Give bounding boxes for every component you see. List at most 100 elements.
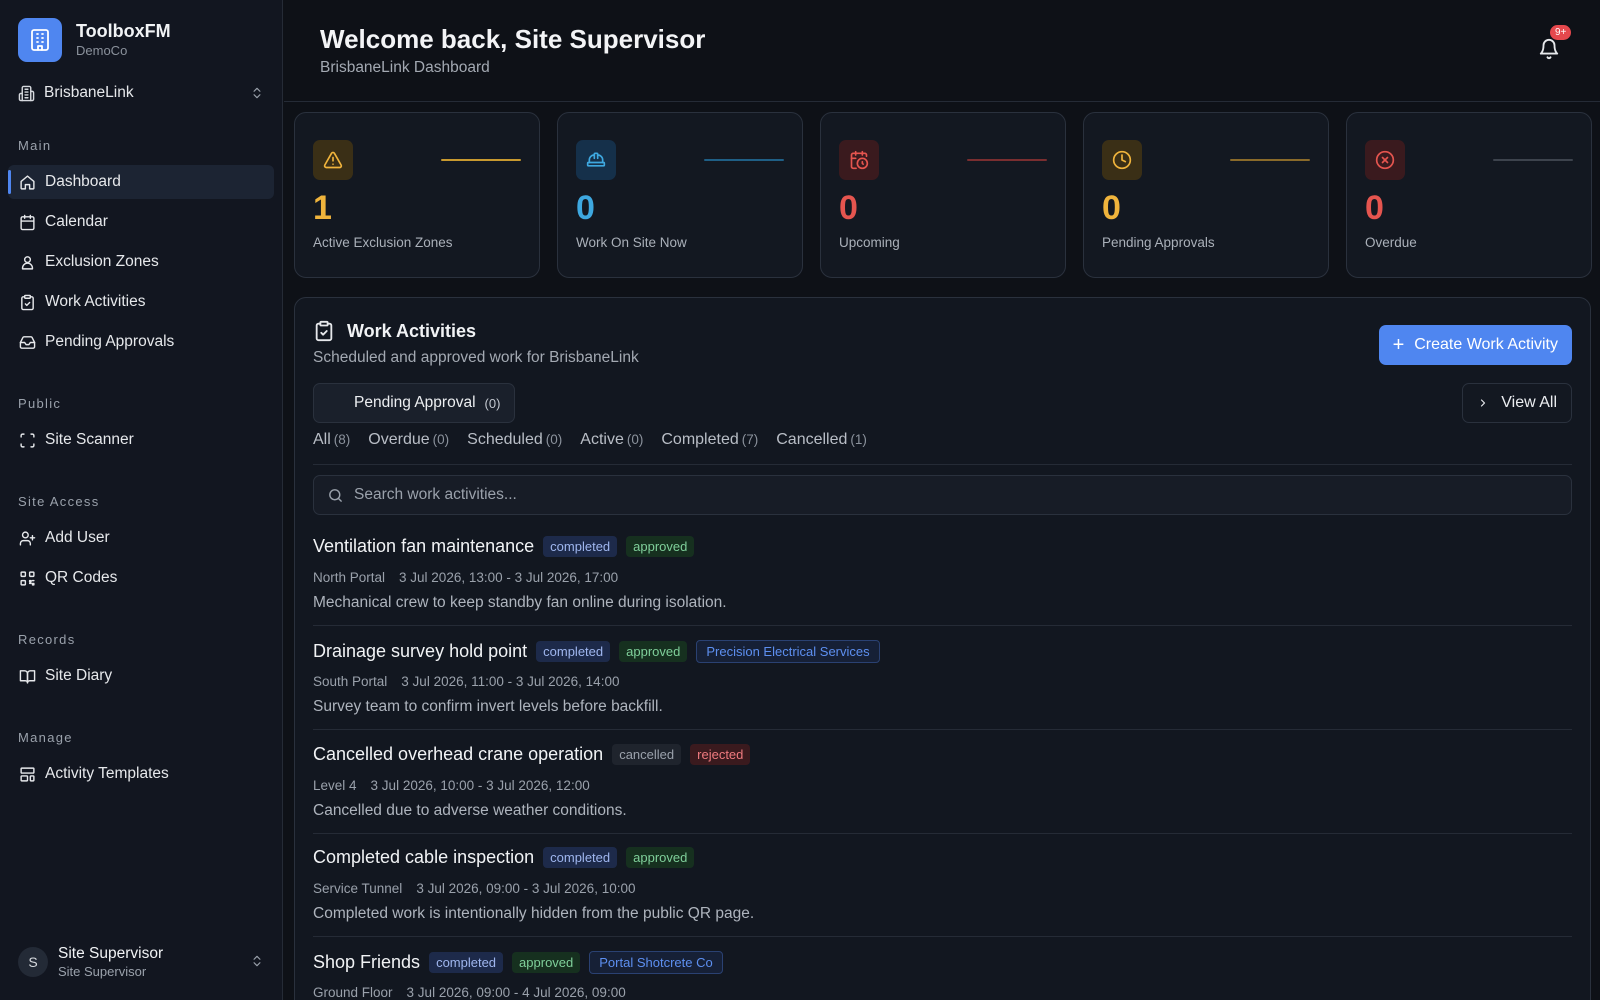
approval-badge: approved — [626, 847, 695, 868]
building-small-icon — [18, 85, 35, 102]
page-header: Welcome back, Site Supervisor BrisbaneLi… — [284, 0, 1600, 102]
panel-subtitle: Scheduled and approved work for Brisbane… — [313, 349, 639, 366]
pending-approval-label: Pending Approval — [354, 394, 476, 411]
stat-value: 0 — [576, 189, 595, 227]
filter-label: Completed — [661, 431, 739, 448]
activity-row[interactable]: Drainage survey hold point completed app… — [313, 627, 1572, 730]
tab-pending-approval[interactable]: Pending Approval (0) — [313, 383, 516, 423]
user-plus-icon — [18, 529, 36, 547]
activity-row[interactable]: Shop Friends completed approved Portal S… — [313, 938, 1572, 1000]
sidebar-item-dashboard[interactable]: Dashboard — [8, 165, 274, 199]
nav-group-main: Main — [18, 138, 52, 153]
activity-datetime: 3 Jul 2026, 10:00 - 3 Jul 2026, 12:00 — [370, 778, 590, 793]
status-filter-tabs: All (8) Overdue (0) Scheduled (0) Active (0)… — [313, 431, 885, 449]
activity-title[interactable]: Ventilation fan maintenance — [313, 536, 534, 557]
activity-datetime: 3 Jul 2026, 09:00 - 4 Jul 2026, 09:00 — [406, 985, 626, 1000]
filter-tab-completed[interactable]: Completed (7) — [661, 431, 758, 449]
sidebar-item-label: QR Codes — [45, 569, 118, 586]
notification-badge: 9+ — [1550, 25, 1572, 40]
activity-title[interactable]: Completed cable inspection — [313, 847, 534, 868]
stat-card-work-on-site[interactable]: 0 Work On Site Now — [557, 112, 803, 278]
nav-group-manage: Manage — [18, 730, 73, 745]
page-title: Welcome back, Site Supervisor — [320, 24, 706, 54]
approval-badge: approved — [619, 641, 688, 662]
panel-title-row: Work Activities — [313, 320, 476, 342]
brand[interactable]: ToolboxFM DemoCo — [18, 18, 171, 62]
sidebar-item-activity-templates[interactable]: Activity Templates — [8, 757, 274, 791]
activity-location: North Portal — [313, 570, 386, 585]
chevrons-up-down-icon — [250, 953, 264, 969]
search-icon — [327, 487, 344, 504]
view-all-label: View All — [1501, 394, 1557, 411]
sidebar-item-qr-codes[interactable]: QR Codes — [8, 561, 274, 595]
sidebar-item-label: Pending Approvals — [45, 333, 175, 350]
search-box[interactable] — [313, 475, 1572, 515]
create-work-activity-label: Create Work Activity — [1414, 336, 1558, 353]
stat-label: Work On Site Now — [576, 235, 687, 250]
calendar-icon — [18, 213, 36, 231]
sidebar-item-label: Site Diary — [45, 667, 113, 684]
user-menu[interactable]: S Site Supervisor Site Supervisor — [18, 940, 264, 984]
company-badge: Precision Electrical Services — [696, 640, 880, 663]
company-badge: Portal Shotcrete Co — [589, 951, 723, 974]
activity-row[interactable]: Cancelled overhead crane operation cance… — [313, 731, 1572, 834]
stat-value: 0 — [1365, 189, 1384, 227]
activity-description: Completed work is intentionally hidden f… — [313, 905, 755, 922]
status-badge: completed — [543, 847, 618, 868]
activity-row[interactable]: Ventilation fan maintenance completed ap… — [313, 523, 1572, 626]
notifications-button[interactable]: 9+ — [1538, 25, 1572, 60]
user-role: Site Supervisor — [58, 964, 147, 979]
sidebar-item-site-diary[interactable]: Site Diary — [8, 659, 274, 693]
nav-group-records: Records — [18, 632, 76, 647]
stat-card-exclusion-zones[interactable]: 1 Active Exclusion Zones — [294, 112, 540, 278]
view-all-button[interactable]: View All — [1462, 383, 1572, 423]
site-selector-value: BrisbaneLink — [44, 84, 134, 101]
sidebar-item-calendar[interactable]: Calendar — [8, 205, 274, 239]
building-icon — [18, 18, 62, 62]
filter-tab-overdue[interactable]: Overdue (0) — [368, 431, 449, 449]
stat-card-upcoming[interactable]: 0 Upcoming — [820, 112, 1066, 278]
activity-row[interactable]: Completed cable inspection completed app… — [313, 834, 1572, 937]
search-input[interactable] — [354, 486, 1454, 504]
nav-group-public: Public — [18, 396, 62, 411]
create-work-activity-button[interactable]: + Create Work Activity — [1378, 325, 1572, 365]
stat-card-overdue[interactable]: 0 Overdue — [1346, 112, 1592, 278]
sidebar-item-site-scanner[interactable]: Site Scanner — [8, 423, 274, 457]
activity-datetime: 3 Jul 2026, 11:00 - 3 Jul 2026, 14:00 — [401, 674, 620, 689]
filter-count: (1) — [850, 432, 867, 447]
sidebar-item-pending-approvals[interactable]: Pending Approvals — [8, 325, 274, 359]
sidebar-item-add-user[interactable]: Add User — [8, 521, 274, 555]
stat-accent-line — [967, 159, 1047, 161]
filter-tab-all[interactable]: All (8) — [313, 431, 350, 449]
qr-code-icon — [18, 569, 36, 587]
filter-tab-active[interactable]: Active (0) — [580, 431, 643, 449]
filter-tab-cancelled[interactable]: Cancelled (1) — [776, 431, 867, 449]
activity-datetime: 3 Jul 2026, 13:00 - 3 Jul 2026, 17:00 — [399, 570, 619, 585]
activity-title[interactable]: Shop Friends — [313, 952, 420, 973]
status-badge: cancelled — [612, 744, 682, 765]
sidebar-item-work-activities[interactable]: Work Activities — [8, 285, 274, 319]
filter-label: Cancelled — [776, 431, 848, 448]
bell-icon — [1538, 38, 1560, 60]
warning-triangle-icon — [313, 140, 353, 180]
activity-description: Survey team to confirm invert levels bef… — [313, 698, 663, 715]
site-selector[interactable]: BrisbaneLink — [18, 80, 264, 106]
stat-card-pending-approvals[interactable]: 0 Pending Approvals — [1083, 112, 1329, 278]
filter-count: (0) — [432, 432, 450, 447]
activity-title[interactable]: Drainage survey hold point — [313, 641, 527, 662]
plus-icon: + — [1392, 334, 1405, 356]
activity-location: Service Tunnel — [313, 881, 403, 896]
filter-tab-scheduled[interactable]: Scheduled (0) — [467, 431, 562, 449]
sidebar-item-label: Exclusion Zones — [45, 253, 159, 270]
activity-description: Cancelled due to adverse weather conditi… — [313, 802, 627, 819]
stat-value: 0 — [1102, 189, 1121, 227]
filter-label: Overdue — [368, 431, 430, 448]
activity-title[interactable]: Cancelled overhead crane operation — [313, 744, 603, 765]
stat-label: Upcoming — [839, 235, 900, 250]
stat-accent-line — [704, 159, 784, 161]
stat-label: Active Exclusion Zones — [313, 235, 453, 250]
sidebar-item-exclusion-zones[interactable]: Exclusion Zones — [8, 245, 274, 279]
status-badge: completed — [536, 641, 611, 662]
status-badge: completed — [429, 952, 504, 973]
layout-template-icon — [18, 765, 36, 783]
